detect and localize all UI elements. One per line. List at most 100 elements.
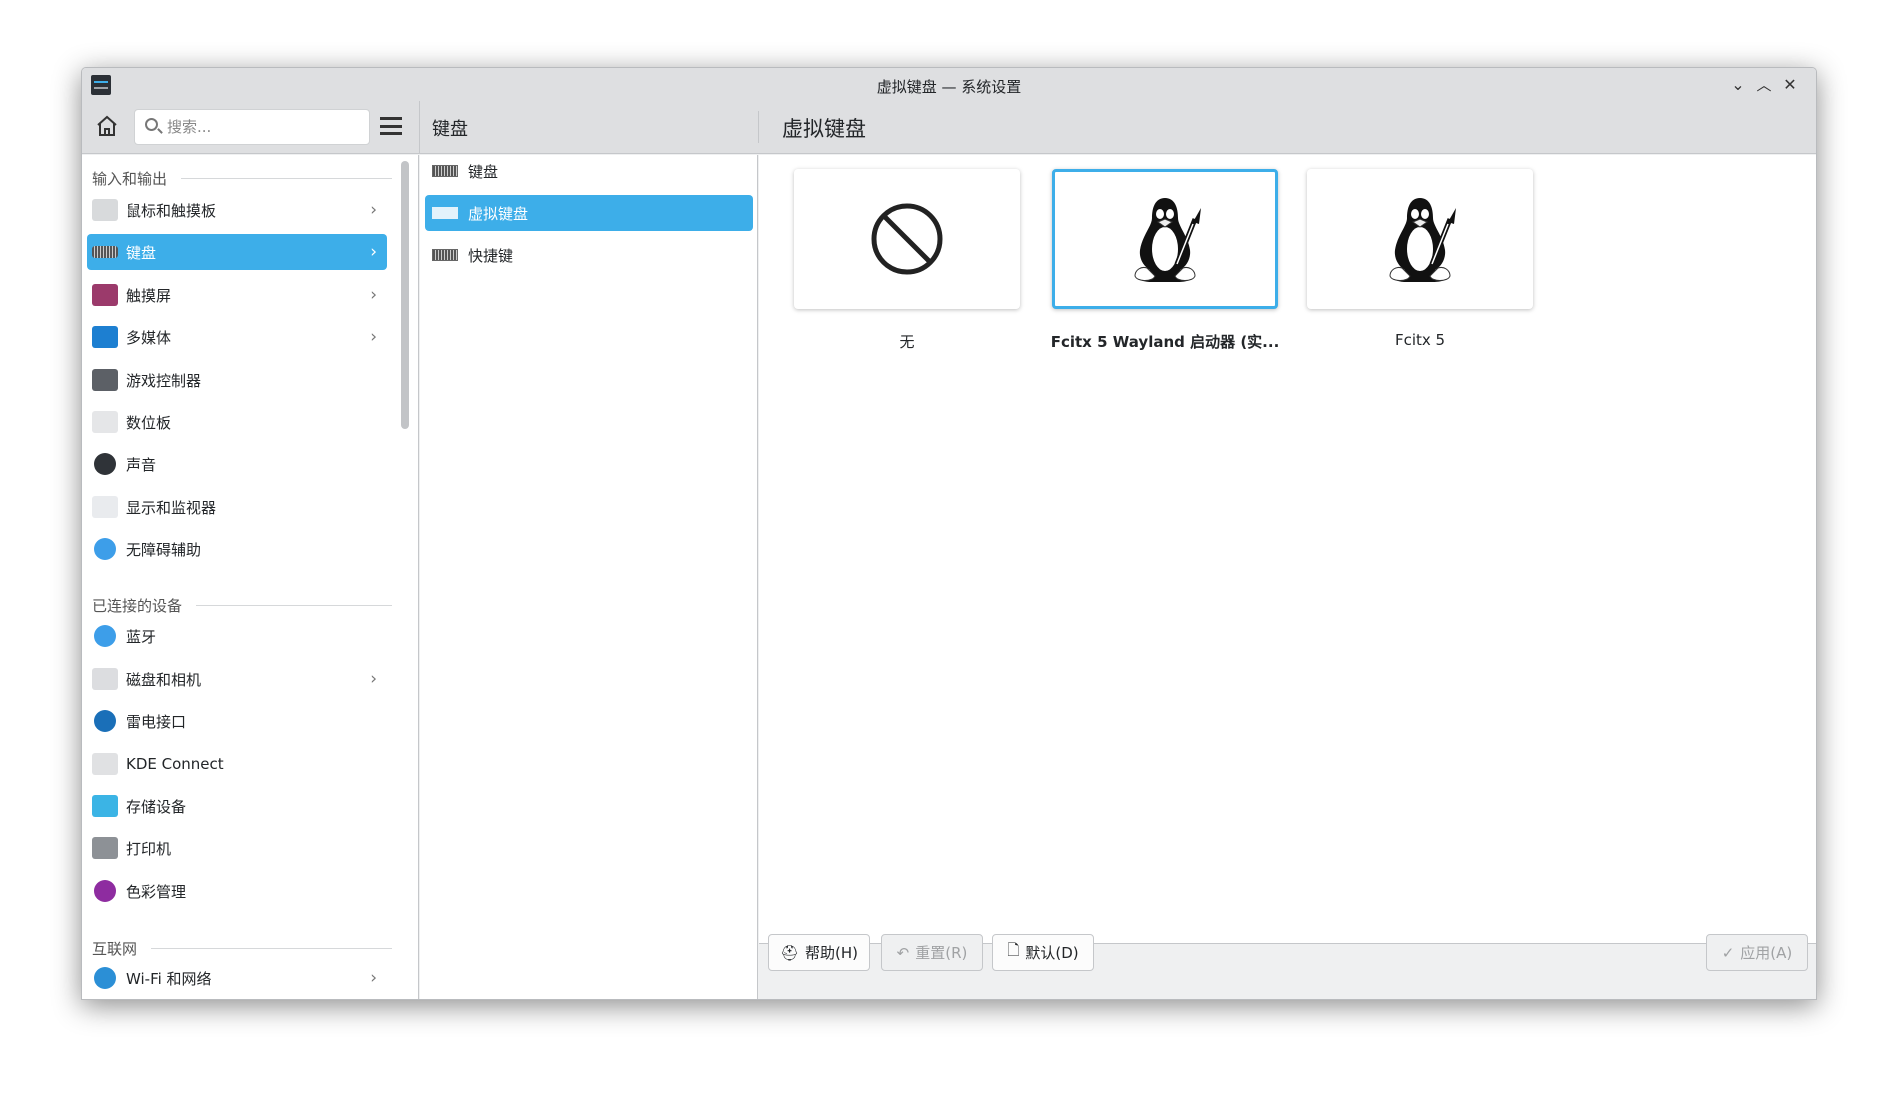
chevron-right-icon: › [370, 200, 377, 220]
subcategory-label: 键盘 [468, 162, 499, 181]
sidebar-item-label: 多媒体 [126, 328, 172, 347]
sidebar-item-label: Wi-Fi 和网络 [126, 969, 212, 988]
undo-icon: ↶ [896, 943, 910, 962]
sidebar-item-label: 雷电接口 [126, 712, 187, 731]
sidebar-item[interactable]: 游戏控制器 [87, 362, 387, 398]
sidebar-item-label: 触摸屏 [126, 286, 172, 305]
title-bar: 虚拟键盘 — 系统设置 ⌄ ︿ ✕ [82, 68, 1816, 101]
color-icon [94, 880, 116, 902]
sidebar-item[interactable]: 蓝牙 [87, 618, 387, 654]
sidebar-item-label: 打印机 [126, 839, 172, 858]
apply-button[interactable]: ✓ 应用(A) [1706, 934, 1808, 971]
sidebar-item-label: 数位板 [126, 413, 172, 432]
section-header: 已连接的设备 [92, 595, 392, 616]
settings-window: 虚拟键盘 — 系统设置 ⌄ ︿ ✕ 键盘 虚拟键盘 输入和输出鼠标和触摸板›键盘… [81, 67, 1817, 1000]
sidebar-item[interactable]: 鼠标和触摸板 › [87, 192, 387, 228]
content-header: 虚拟键盘 [782, 117, 866, 141]
option-fcitx5-wayland[interactable] [1052, 169, 1278, 309]
chevron-right-icon: › [370, 968, 377, 988]
sidebar-item[interactable]: 色彩管理 [87, 873, 387, 909]
search-input[interactable] [167, 116, 357, 138]
sidebar-item-label: 游戏控制器 [126, 371, 202, 390]
help-button[interactable]: ⛑ 帮助(H) [768, 934, 870, 971]
chevron-right-icon: › [370, 242, 377, 262]
bluetooth-icon [94, 625, 116, 647]
sidebar-item[interactable]: 存储设备 [87, 788, 387, 824]
sidebar-item-label: 无障碍辅助 [126, 540, 202, 559]
storage-icon [92, 795, 118, 817]
sidebar-item-label: 蓝牙 [126, 627, 157, 646]
printer-icon [92, 837, 118, 859]
option-label: Fcitx 5 [1394, 331, 1446, 349]
help-icon: ⛑ [779, 943, 800, 962]
sidebar-item[interactable]: 磁盘和相机 › [87, 661, 387, 697]
subcategory-item[interactable]: 快捷键 [425, 237, 753, 273]
section-header: 输入和输出 [92, 168, 392, 189]
option-fcitx5[interactable] [1307, 169, 1533, 309]
keyboard-icon [92, 246, 118, 258]
maximize-button[interactable]: ︿ [1752, 73, 1776, 97]
globe-icon [94, 967, 116, 989]
sidebar-item-label: 色彩管理 [126, 882, 187, 901]
close-button[interactable]: ✕ [1778, 73, 1802, 97]
window-title: 虚拟键盘 — 系统设置 [876, 78, 1022, 96]
speaker-icon [94, 453, 116, 475]
keyboard-icon [432, 207, 458, 219]
middle-header: 键盘 [432, 119, 468, 140]
subcategory-item[interactable]: 键盘 [425, 153, 753, 189]
chevron-right-icon: › [370, 669, 377, 689]
none-icon [871, 203, 943, 275]
reset-button[interactable]: ↶ 重置(R) [881, 934, 983, 971]
sidebar-item[interactable]: 打印机 [87, 830, 387, 866]
sidebar-item[interactable]: 数位板 [87, 404, 387, 440]
subcategory-item[interactable]: 虚拟键盘 [425, 195, 753, 231]
virtual-keyboard-options: 无 Fcitx 5 Wayland 启动器 (实... Fcitx 5 [759, 155, 1816, 944]
sidebar-item-label: 显示和监视器 [126, 498, 217, 517]
option-label: 无 [899, 333, 915, 351]
option-none[interactable] [794, 169, 1020, 309]
multimedia-icon [92, 326, 118, 348]
chevron-right-icon: › [370, 285, 377, 305]
sidebar-item[interactable]: 显示和监视器 [87, 489, 387, 525]
disk-icon [92, 668, 118, 690]
subcategory-label: 虚拟键盘 [468, 204, 529, 223]
menu-icon[interactable] [380, 117, 402, 135]
tux-icon [1389, 198, 1456, 282]
home-icon[interactable] [94, 113, 120, 139]
sidebar-item[interactable]: 声音 [87, 446, 387, 482]
option-label: Fcitx 5 Wayland 启动器 (实... [1050, 333, 1280, 351]
sidebar-item[interactable]: Wi-Fi 和网络 › [87, 960, 387, 996]
sidebar-item[interactable]: 键盘 › [87, 234, 387, 270]
tablet-icon [92, 411, 118, 433]
sidebar-item[interactable]: 触摸屏 › [87, 277, 387, 313]
section-header: 互联网 [92, 938, 392, 959]
sidebar-item[interactable]: 无障碍辅助 [87, 531, 387, 567]
sidebar-item-label: 键盘 [126, 243, 157, 262]
search-icon [145, 118, 158, 131]
sidebar-item-label: 磁盘和相机 [126, 670, 202, 689]
defaults-button[interactable]: 🗋 默认(D) [992, 934, 1094, 971]
gamepad-icon [92, 369, 118, 391]
sidebar-item[interactable]: 多媒体 › [87, 319, 387, 355]
sidebar-item-label: 存储设备 [126, 797, 187, 816]
sidebar-item-label: 鼠标和触摸板 [126, 201, 217, 220]
tux-icon [1134, 198, 1201, 282]
sidebar-item-label: KDE Connect [126, 755, 224, 773]
subcategory-label: 快捷键 [468, 246, 514, 265]
check-icon: ✓ [1721, 943, 1735, 962]
mouse-icon [92, 199, 118, 221]
search-field[interactable] [134, 109, 370, 145]
monitor-icon [92, 496, 118, 518]
chevron-right-icon: › [370, 327, 377, 347]
thunderbolt-icon [94, 710, 116, 732]
minimize-button[interactable]: ⌄ [1726, 73, 1750, 97]
toolbar: 键盘 虚拟键盘 [82, 101, 1816, 154]
touchscreen-icon [92, 284, 118, 306]
sidebar-item[interactable]: KDE Connect [87, 746, 387, 782]
keyboard-icon [432, 165, 458, 177]
document-icon: 🗋 [1007, 941, 1020, 959]
sidebar-item[interactable]: 雷电接口 [87, 703, 387, 739]
sidebar-scrollbar[interactable] [401, 161, 409, 429]
accessibility-icon [94, 538, 116, 560]
subcategory-list: 键盘 虚拟键盘 快捷键 [420, 155, 758, 999]
